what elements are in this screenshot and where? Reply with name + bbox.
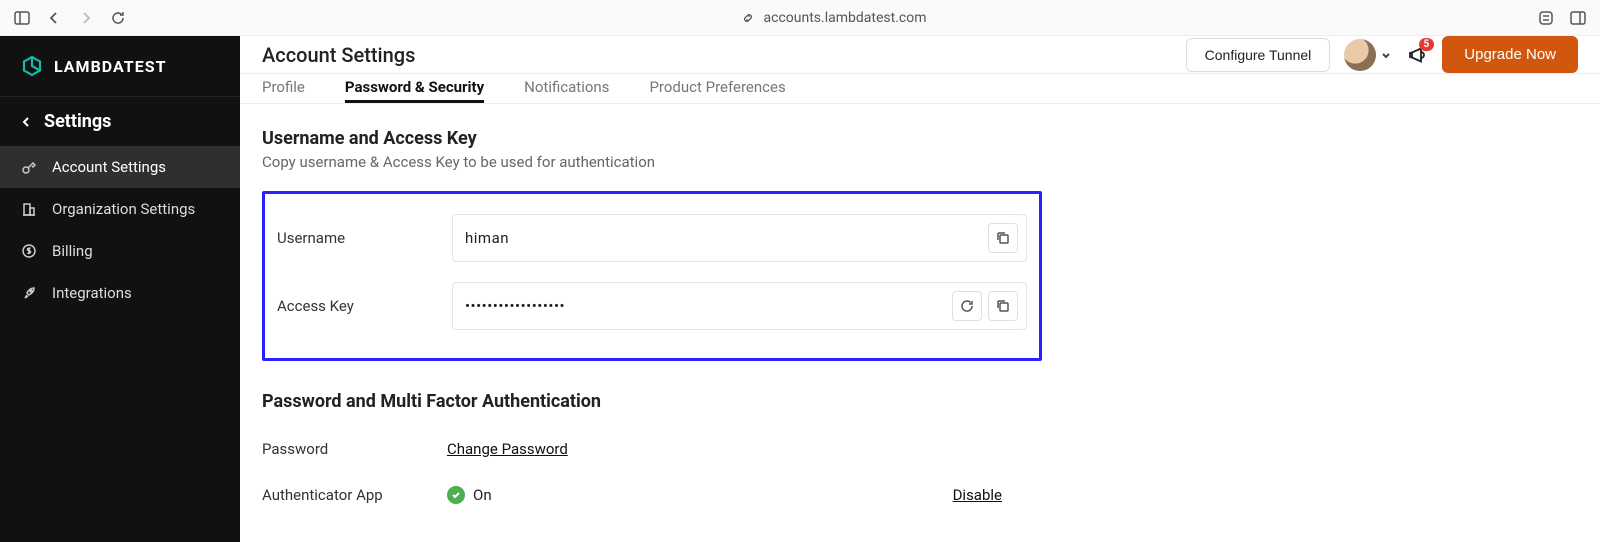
copy-icon <box>996 231 1010 245</box>
panel-right-icon[interactable] <box>1568 8 1588 28</box>
refresh-icon <box>960 299 974 313</box>
copy-username-button[interactable] <box>988 223 1018 253</box>
accesskey-label: Access Key <box>277 297 452 315</box>
url-text[interactable]: accounts.lambdatest.com <box>764 10 927 26</box>
authenticator-app-label: Authenticator App <box>262 486 447 504</box>
section-username-subtitle: Copy username & Access Key to be used fo… <box>262 153 1578 171</box>
accesskey-field: •••••••••••••••••• <box>452 282 1027 330</box>
credentials-highlight-box: Username himan Access Key ••••••••••••••… <box>262 191 1042 361</box>
forward-icon <box>76 8 96 28</box>
sidebar-item-label: Billing <box>52 242 93 260</box>
password-label: Password <box>262 440 447 458</box>
announcements-icon[interactable]: 5 <box>1406 44 1428 66</box>
sidebar-item-billing[interactable]: Billing <box>0 230 240 272</box>
section-mfa-title: Password and Multi Factor Authentication <box>262 391 1578 412</box>
disable-authenticator-link[interactable]: Disable <box>953 486 1002 504</box>
reload-icon[interactable] <box>108 8 128 28</box>
brand-mark-icon <box>20 54 44 78</box>
authenticator-status-label: On <box>473 486 492 504</box>
sidebar-header-label: Settings <box>44 111 111 132</box>
upgrade-button[interactable]: Upgrade Now <box>1442 36 1578 73</box>
check-circle-icon <box>447 486 465 504</box>
regenerate-accesskey-button[interactable] <box>952 291 982 321</box>
authenticator-status: On <box>447 486 492 504</box>
section-username-title: Username and Access Key <box>262 128 1578 149</box>
brand-logo[interactable]: LAMBDATEST <box>0 36 240 97</box>
brand-name: LAMBDATEST <box>54 57 166 76</box>
tabs: Profile Password & Security Notification… <box>240 74 1600 104</box>
sidebar-item-account-settings[interactable]: Account Settings <box>0 146 240 188</box>
link-icon <box>738 8 758 28</box>
sidebar-item-integrations[interactable]: Integrations <box>0 272 240 314</box>
main: Account Settings Configure Tunnel 5 Upgr… <box>240 36 1600 542</box>
tab-profile[interactable]: Profile <box>262 74 305 103</box>
sidebar-item-label: Integrations <box>52 284 132 302</box>
sidebar: LAMBDATEST Settings Account Settings Org… <box>0 36 240 542</box>
avatar[interactable] <box>1344 39 1376 71</box>
back-icon[interactable] <box>44 8 64 28</box>
notification-badge: 5 <box>1419 38 1435 51</box>
chevron-down-icon[interactable] <box>1380 49 1392 61</box>
chevron-left-icon <box>20 116 32 128</box>
sidebar-item-organization-settings[interactable]: Organization Settings <box>0 188 240 230</box>
page-title: Account Settings <box>262 43 415 67</box>
username-value[interactable]: himan <box>465 229 982 247</box>
username-field: himan <box>452 214 1027 262</box>
tab-password-security[interactable]: Password & Security <box>345 74 484 103</box>
copy-icon <box>996 299 1010 313</box>
browser-chrome: accounts.lambdatest.com <box>0 0 1600 36</box>
key-icon <box>20 158 38 176</box>
building-icon <box>20 200 38 218</box>
accesskey-value[interactable]: •••••••••••••••••• <box>465 297 946 315</box>
username-label: Username <box>277 229 452 247</box>
sidebar-header[interactable]: Settings <box>0 97 240 146</box>
tab-product-preferences[interactable]: Product Preferences <box>649 74 785 103</box>
topbar: Account Settings Configure Tunnel 5 Upgr… <box>240 36 1600 74</box>
copy-accesskey-button[interactable] <box>988 291 1018 321</box>
sidebar-item-label: Organization Settings <box>52 200 195 218</box>
rocket-icon <box>20 284 38 302</box>
configure-tunnel-button[interactable]: Configure Tunnel <box>1186 38 1331 72</box>
change-password-link[interactable]: Change Password <box>447 440 568 458</box>
dollar-icon <box>20 242 38 260</box>
tab-notifications[interactable]: Notifications <box>524 74 609 103</box>
sidebar-toggle-icon[interactable] <box>12 8 32 28</box>
sidebar-item-label: Account Settings <box>52 158 166 176</box>
extensions-icon[interactable] <box>1536 8 1556 28</box>
